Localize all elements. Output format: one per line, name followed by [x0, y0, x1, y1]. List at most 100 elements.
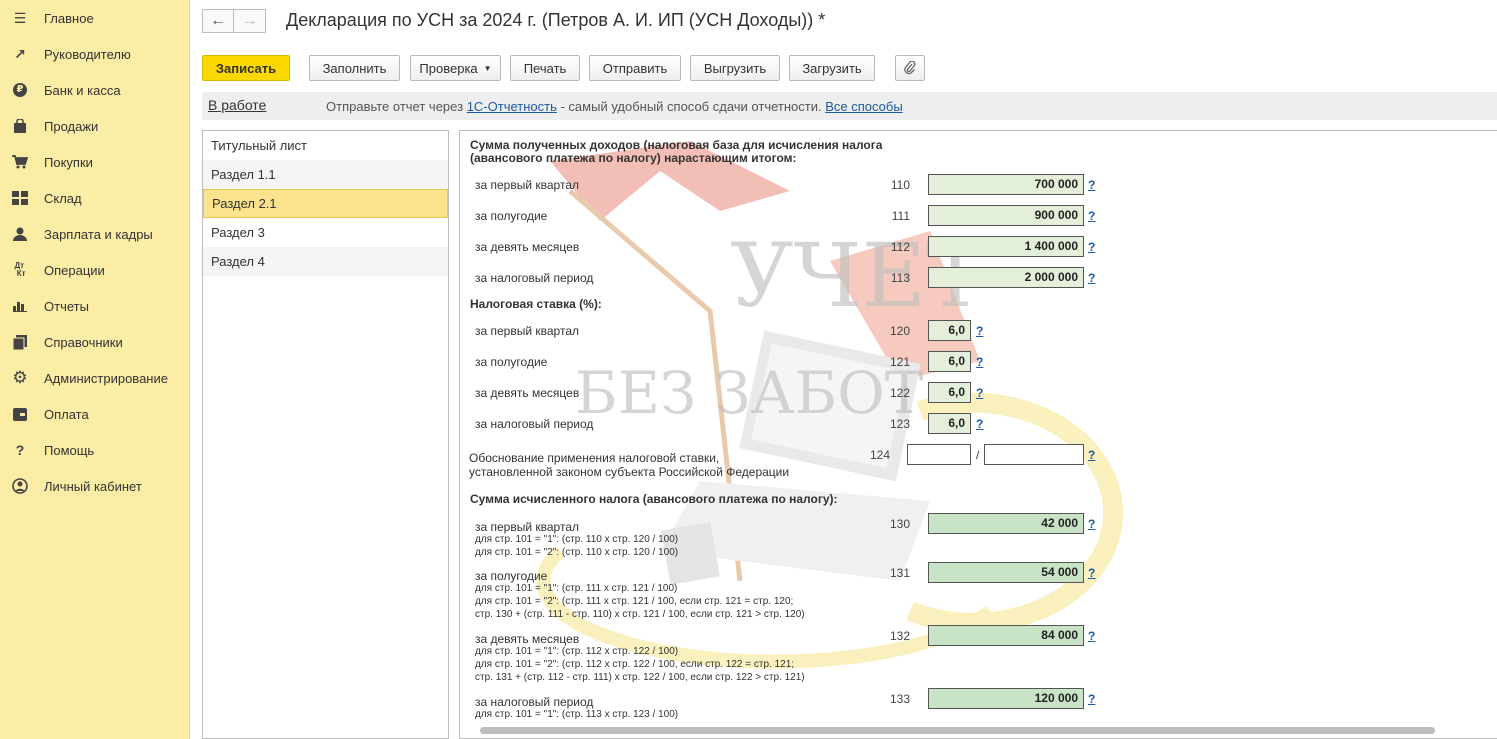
sidebar-item-warehouse[interactable]: Склад — [0, 180, 189, 216]
rate-121-field[interactable]: 6,0 — [928, 351, 971, 372]
justification-line1: Обоснование применения налоговой ставки, — [469, 451, 720, 465]
help-link[interactable]: ? — [976, 417, 983, 431]
tax-131-field[interactable]: 54 000 — [928, 562, 1084, 583]
send-button[interactable]: Отправить — [589, 55, 681, 81]
sidebar-item-bank[interactable]: ₽ Банк и касса — [0, 72, 189, 108]
formula-text: для стр. 101 = "1": (стр. 111 х стр. 121… — [475, 582, 805, 621]
rate-123-field[interactable]: 6,0 — [928, 413, 971, 434]
page-title: Декларация по УСН за 2024 г. (Петров А. … — [286, 10, 826, 30]
help-link[interactable]: ? — [1088, 692, 1095, 706]
sidebar-item-label: Помощь — [44, 442, 95, 458]
sidebar-item-account[interactable]: Личный кабинет — [0, 468, 189, 504]
tax-132-field[interactable]: 84 000 — [928, 625, 1084, 646]
income-110-field[interactable]: 700 000 — [928, 174, 1084, 195]
income-header-line1: Сумма полученных доходов (налоговая база… — [470, 138, 883, 152]
row-label: за налоговый период — [475, 695, 594, 709]
sidebar-item-label: Покупки — [44, 154, 93, 170]
formula-line: для стр. 101 = "1": (стр. 111 х стр. 121… — [475, 583, 678, 594]
section-list: Титульный лист Раздел 1.1 Раздел 2.1 Раз… — [202, 130, 449, 739]
nav-buttons: ← → — [202, 9, 266, 33]
sidebar-item-payment[interactable]: Оплата — [0, 396, 189, 432]
formula-text: для стр. 101 = "1": (стр. 113 х стр. 123… — [475, 708, 678, 721]
sidebar-item-purchases[interactable]: Покупки — [0, 144, 189, 180]
tax-133-field[interactable]: 120 000 — [928, 688, 1084, 709]
section-item[interactable]: Раздел 4 — [203, 247, 448, 276]
info-prefix: Отправьте отчет через — [326, 99, 464, 114]
justification-field-1[interactable] — [907, 444, 971, 465]
bar-chart-icon — [10, 296, 30, 316]
formula-line: для стр. 101 = "1": (стр. 110 х стр. 120… — [475, 534, 679, 545]
help-link[interactable]: ? — [1088, 629, 1095, 643]
help-link[interactable]: ? — [1088, 271, 1095, 285]
link-all-methods[interactable]: Все способы — [825, 99, 902, 114]
row-label: за налоговый период — [475, 417, 594, 431]
warehouse-icon — [10, 188, 30, 208]
print-button[interactable]: Печать — [510, 55, 580, 81]
help-link[interactable]: ? — [1088, 566, 1095, 580]
import-button[interactable]: Загрузить — [789, 55, 875, 81]
help-link[interactable]: ? — [1088, 240, 1095, 254]
sidebar-item-label: Личный кабинет — [44, 478, 142, 494]
formula-text: для стр. 101 = "1": (стр. 110 х стр. 120… — [475, 533, 678, 559]
line-code: 110 — [890, 178, 910, 192]
sidebar-item-sales[interactable]: Продажи — [0, 108, 189, 144]
back-button[interactable]: ← — [202, 9, 234, 33]
section-item[interactable]: Раздел 1.1 — [203, 160, 448, 189]
menu-icon: ☰ — [13, 9, 27, 26]
justification-line2: установленной законом субъекта Российско… — [469, 465, 790, 479]
sidebar: ☰ Главное ↗ Руководителю ₽ Банк и касса Про… — [0, 0, 190, 739]
attach-button[interactable] — [895, 55, 925, 81]
cart-icon — [10, 152, 30, 172]
section-item-active[interactable]: Раздел 2.1 — [203, 189, 448, 218]
sidebar-item-label: Главное — [44, 10, 94, 26]
check-dropdown-button[interactable]: Проверка ▼ — [410, 55, 501, 81]
line-code: 124 — [869, 448, 890, 462]
account-icon — [10, 476, 30, 496]
sidebar-item-help[interactable]: ? Помощь — [0, 432, 189, 468]
help-link[interactable]: ? — [976, 386, 983, 400]
horizontal-scrollbar[interactable] — [480, 727, 1435, 734]
rate-120-field[interactable]: 6,0 — [928, 320, 971, 341]
help-link[interactable]: ? — [1088, 178, 1095, 192]
status-link[interactable]: В работе — [208, 97, 266, 113]
check-label: Проверка — [419, 60, 478, 76]
forward-button[interactable]: → — [234, 9, 266, 33]
question-icon: ? — [15, 442, 25, 458]
help-link[interactable]: ? — [976, 324, 983, 338]
sidebar-item-admin[interactable]: ⚙ Администрирование — [0, 360, 189, 396]
sidebar-item-directories[interactable]: Справочники — [0, 324, 189, 360]
help-link[interactable]: ? — [976, 355, 983, 369]
line-code: 131 — [889, 566, 910, 580]
sidebar-item-label: Администрирование — [44, 370, 168, 386]
sidebar-item-operations[interactable]: Дт Кт Операции — [0, 252, 189, 288]
separator-slash: / — [976, 448, 980, 462]
income-113-field[interactable]: 2 000 000 — [928, 267, 1084, 288]
justification-field-2[interactable] — [984, 444, 1084, 465]
sidebar-item-main[interactable]: ☰ Главное — [0, 0, 189, 36]
section-item[interactable]: Титульный лист — [203, 131, 448, 160]
link-1c-reporting[interactable]: 1С-Отчетность — [467, 99, 557, 114]
person-icon — [10, 224, 30, 244]
rate-header: Налоговая ставка (%): — [470, 297, 602, 311]
fill-button[interactable]: Заполнить — [309, 55, 400, 81]
sidebar-item-manager[interactable]: ↗ Руководителю — [0, 36, 189, 72]
save-button[interactable]: Записать — [202, 55, 290, 81]
formula-text: для стр. 101 = "1": (стр. 112 х стр. 122… — [475, 645, 805, 684]
row-label: за первый квартал — [475, 324, 580, 338]
sidebar-item-salary[interactable]: Зарплата и кадры — [0, 216, 189, 252]
rate-122-field[interactable]: 6,0 — [928, 382, 971, 403]
income-112-field[interactable]: 1 400 000 — [928, 236, 1084, 257]
help-link[interactable]: ? — [1088, 517, 1095, 531]
sidebar-item-label: Руководителю — [44, 46, 131, 62]
tax-130-field[interactable]: 42 000 — [928, 513, 1084, 534]
help-link[interactable]: ? — [1088, 448, 1095, 462]
income-111-field[interactable]: 900 000 — [928, 205, 1084, 226]
line-code: 111 — [891, 209, 910, 223]
formula-line: для стр. 101 = "1": (стр. 112 х стр. 122… — [475, 646, 679, 657]
info-mid: - самый удобный способ сдачи отчетности. — [556, 99, 822, 114]
bag-icon — [10, 116, 30, 136]
export-button[interactable]: Выгрузить — [690, 55, 780, 81]
help-link[interactable]: ? — [1088, 209, 1095, 223]
section-item[interactable]: Раздел 3 — [203, 218, 448, 247]
sidebar-item-reports[interactable]: Отчеты — [0, 288, 189, 324]
